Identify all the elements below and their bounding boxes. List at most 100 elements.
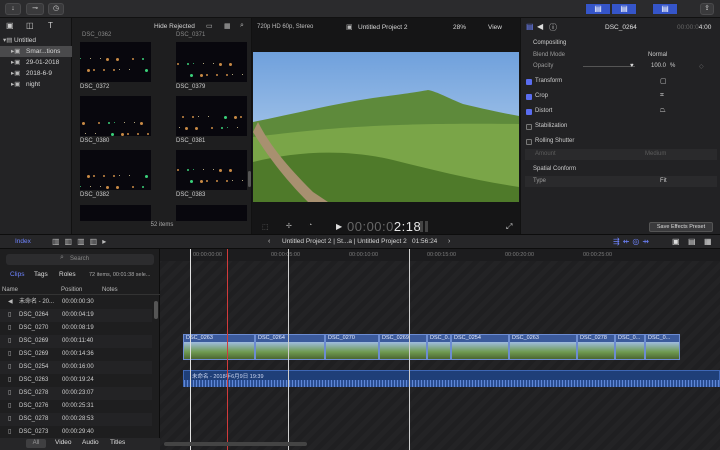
library-view-icon[interactable]: ▣ (6, 21, 14, 30)
clip-settings-icon[interactable]: ▦ (224, 22, 231, 30)
clip-thumbnail[interactable] (176, 42, 247, 82)
sidebar-item-2[interactable]: ▸▣ 29-01-2018 (0, 57, 72, 68)
filmstrip-icon[interactable]: ▭ (206, 22, 213, 30)
save-effects-preset-button[interactable]: Save Effects Preset (649, 222, 713, 232)
section-compositing[interactable]: Compositing (533, 39, 720, 48)
search-icon[interactable]: ⌕ (240, 22, 244, 30)
back-arrow-icon[interactable]: ‹ (268, 238, 270, 245)
trim-tool-icon[interactable]: ✢ (286, 222, 292, 230)
video-clip[interactable]: DSC_0263 (183, 334, 255, 360)
opacity-slider-knob[interactable]: ♥ (630, 63, 634, 69)
titles-icon[interactable]: T (48, 21, 53, 30)
section-stabilization[interactable]: Stabilization (535, 122, 720, 131)
tab-video[interactable]: Video (55, 439, 72, 446)
timeline[interactable]: 00:00:00:00 00:00:05:00 00:00:10:00 00:00:1… (160, 249, 720, 450)
video-clip[interactable]: DSC_0278 (577, 334, 615, 360)
audio-inspector-icon[interactable]: ◀ (537, 22, 543, 31)
library-toggle[interactable]: ▤ (585, 3, 611, 15)
timeline-scrollbar[interactable] (164, 442, 307, 446)
sidebar-item-4[interactable]: ▸▣ night (0, 79, 72, 90)
video-clip[interactable]: DSC_0263 (509, 334, 577, 360)
stabilization-checkbox[interactable] (526, 124, 532, 130)
transitions-browser-icon[interactable]: ▦ (704, 237, 712, 246)
transform-onscreen-icon[interactable]: ▢ (660, 77, 667, 85)
distort-onscreen-icon[interactable]: ⏢ (660, 107, 666, 115)
table-row[interactable]: ▯ DSC_0269 00:00:11:40 (0, 335, 152, 348)
section-rolling-shutter[interactable]: Rolling Shutter (535, 137, 720, 146)
browser-scrollbar[interactable] (248, 171, 251, 187)
column-name[interactable]: Name (2, 287, 18, 293)
forward-arrow-icon[interactable]: › (448, 238, 450, 245)
opacity-slider-track[interactable] (583, 66, 635, 67)
clip-appearance-icon[interactable]: ▣ (672, 237, 680, 246)
table-row[interactable]: ◀ 未命名 - 20... 00:00:00:30 (0, 296, 152, 309)
column-position[interactable]: Position (61, 287, 82, 293)
view-menu[interactable]: View (488, 24, 502, 31)
table-row[interactable]: ▯ DSC_0263 00:00:19:24 (0, 374, 152, 387)
video-clip[interactable]: DSC_0270 (325, 334, 379, 360)
section-transform[interactable]: Transform (535, 77, 720, 86)
audio-clip[interactable]: 未命名 - 2018年6月9日 19:39 (183, 370, 720, 387)
clip-thumbnail[interactable] (80, 42, 151, 82)
tab-audio[interactable]: Audio (82, 439, 99, 446)
table-row[interactable]: ▯ DSC_0276 00:00:25:31 (0, 400, 152, 413)
clip-thumbnail[interactable] (80, 205, 151, 221)
transform-tool-icon[interactable]: ⬚ (262, 223, 269, 231)
video-clip[interactable]: DSC_0... (645, 334, 680, 360)
edit-tools-icon[interactable]: ▥▥▥▥▸ (52, 237, 111, 246)
keywords-icon[interactable]: ⊸ (26, 3, 44, 15)
tab-tags[interactable]: Tags (34, 271, 48, 278)
keyframe-icon[interactable]: ◇ (699, 63, 704, 70)
clip-thumbnail[interactable] (80, 150, 151, 190)
background-tasks-icon[interactable]: ◷ (48, 3, 64, 15)
snapping-icons[interactable]: ⇶⇷◎⇸ (613, 237, 652, 246)
fullscreen-icon[interactable]: ⤢ (506, 222, 512, 232)
crop-onscreen-icon[interactable]: ⌗ (660, 92, 664, 100)
sidebar-item-0[interactable]: ▾▤ Untitled (0, 35, 72, 46)
video-inspector-icon[interactable]: ▤ (526, 22, 534, 31)
clip-thumbnail[interactable] (80, 96, 151, 136)
table-row[interactable]: ▯ DSC_0278 00:00:23:07 (0, 387, 152, 400)
blend-mode-popup[interactable]: Normal (648, 51, 698, 60)
speed-icon[interactable]: ◔ (308, 222, 312, 229)
type-popup[interactable]: Fit (660, 177, 720, 186)
photos-icon[interactable]: ◫ (26, 21, 34, 30)
table-row[interactable]: ▯ DSC_0254 00:00:16:00 (0, 361, 152, 374)
play-icon[interactable]: ▶ (336, 222, 342, 231)
info-icon[interactable]: ⓘ (549, 22, 557, 33)
clip-thumbnail[interactable] (176, 150, 247, 190)
tab-titles[interactable]: Titles (110, 439, 125, 446)
section-crop[interactable]: Crop (535, 92, 720, 101)
column-notes[interactable]: Notes (102, 287, 118, 293)
table-row[interactable]: ▯ DSC_0264 00:00:04:19 (0, 309, 152, 322)
amount-popup[interactable]: Medium (645, 150, 720, 159)
clip-thumbnail[interactable] (176, 96, 247, 136)
tab-roles[interactable]: Roles (59, 271, 76, 278)
table-row[interactable]: ▯ DSC_0269 00:00:14:36 (0, 348, 152, 361)
rolling-shutter-checkbox[interactable] (526, 139, 532, 145)
timecode-display[interactable]: 00:00:02:18 (347, 219, 421, 234)
crop-checkbox[interactable] (526, 94, 532, 100)
video-clip[interactable]: DSC_0... (615, 334, 645, 360)
sidebar-item-3[interactable]: ▸▣ 2018-6-9 (0, 68, 72, 79)
video-clip[interactable]: DSC_0254 (451, 334, 509, 360)
playhead[interactable] (190, 249, 191, 450)
distort-checkbox[interactable] (526, 109, 532, 115)
zoom-popup[interactable]: 28% (453, 24, 466, 31)
index-button[interactable]: Index (15, 238, 31, 245)
filter-popup[interactable]: Hide Rejected (154, 23, 195, 30)
inspector-toggle[interactable]: ▤ (652, 3, 678, 15)
table-row[interactable]: ▯ DSC_0270 00:00:08:19 (0, 322, 152, 335)
import-icon[interactable]: ↓ (5, 3, 21, 15)
index-scrollbar[interactable] (154, 301, 158, 319)
video-clip[interactable]: DSC_0264 (255, 334, 325, 360)
sidebar-item-1[interactable]: ▸▣ Smar...tions (0, 46, 72, 57)
timeline-toggle[interactable]: ▤ (611, 3, 637, 15)
section-distort[interactable]: Distort (535, 107, 720, 116)
share-icon[interactable]: ⇪ (700, 3, 714, 15)
video-clip[interactable]: DSC_0... (427, 334, 451, 360)
effects-browser-icon[interactable]: ▤ (688, 237, 696, 246)
section-spatial-conform[interactable]: Spatial Conform (533, 165, 720, 174)
transform-checkbox[interactable] (526, 79, 532, 85)
tab-all[interactable]: All (26, 439, 46, 448)
